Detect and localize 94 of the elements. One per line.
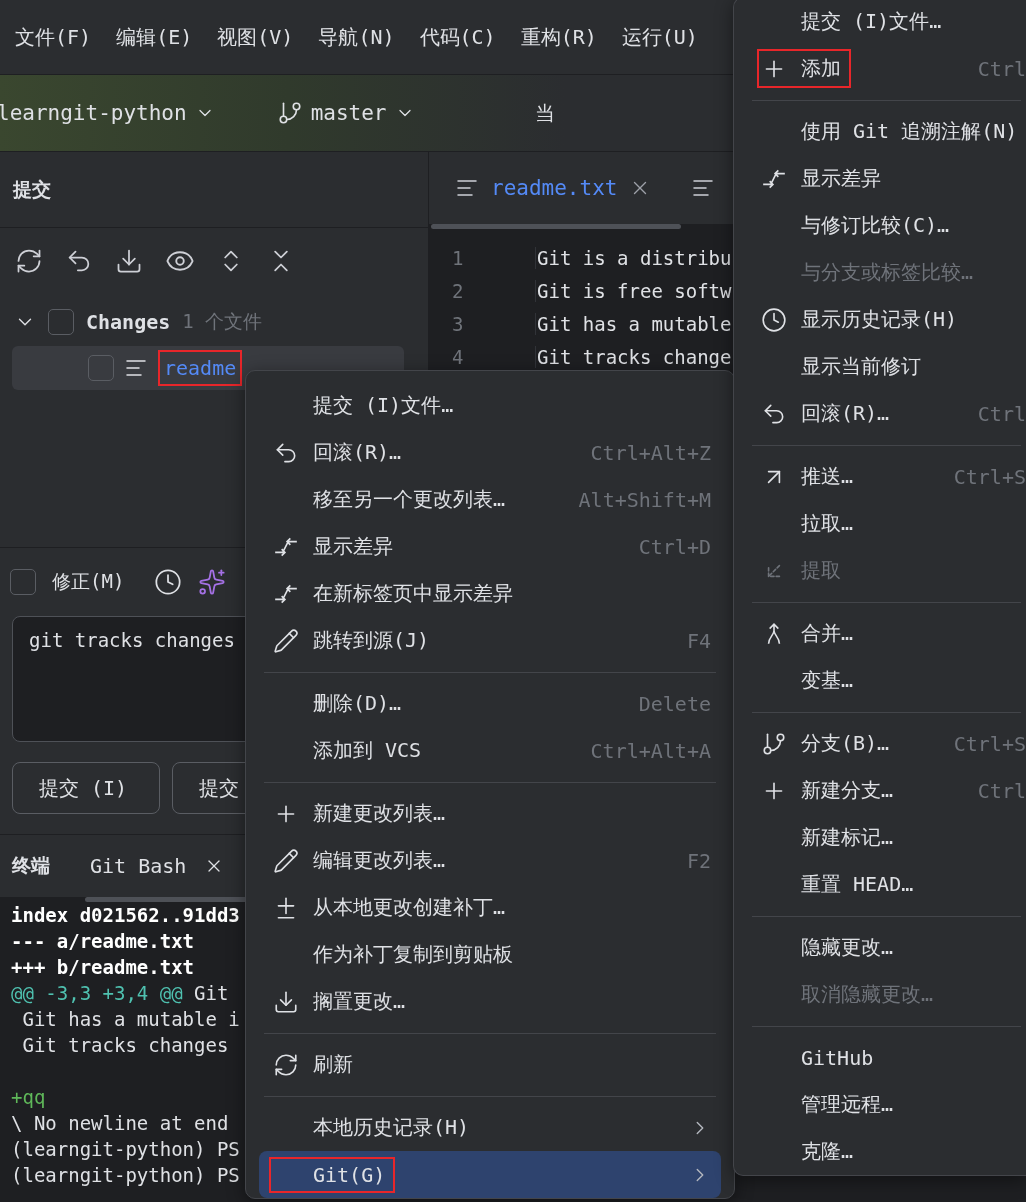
- sparkle-icon[interactable]: [198, 568, 227, 596]
- menu-item[interactable]: 推送… Ctrl+S: [747, 453, 1026, 500]
- menu-item[interactable]: 新建标记…: [747, 814, 1026, 861]
- clock-icon: [761, 306, 787, 333]
- menu-item[interactable]: 显示历史记录(H): [747, 296, 1026, 343]
- shortcut-text: Ctrl: [977, 778, 1026, 803]
- terminal-line: Git tracks changes: [21, 1033, 229, 1058]
- menu-item[interactable]: 分支(B)… Ctrl+S: [747, 720, 1026, 767]
- menu-item[interactable]: Git(G): [259, 1151, 721, 1198]
- checkbox[interactable]: [88, 355, 114, 381]
- menu-item[interactable]: 管理远程…: [747, 1081, 1026, 1128]
- shortcut-text: Ctrl+D: [638, 534, 711, 559]
- panel-title: 提交: [13, 176, 51, 202]
- commit-button[interactable]: 提交 (I): [12, 762, 160, 814]
- menu-bar-item[interactable]: 视图(V): [217, 23, 294, 51]
- menu-item[interactable]: 使用 Git 追溯注解(N): [747, 108, 1026, 155]
- toolbar-label[interactable]: 当: [534, 99, 555, 127]
- menu-item[interactable]: 新建分支… Ctrl: [747, 767, 1026, 814]
- menu-item[interactable]: 显示差异 Ctrl+D: [259, 523, 721, 570]
- menu-bar-item[interactable]: 重构(R): [520, 23, 597, 51]
- terminal-line: @@ -3,3 +3,4 @@ Git: [11, 981, 229, 1006]
- terminal-tab[interactable]: Git Bash: [90, 854, 225, 878]
- code-line: Git is a distribu: [535, 246, 732, 269]
- branch-icon: [276, 100, 303, 126]
- code-line: Git tracks change: [535, 345, 732, 368]
- menu-item[interactable]: 克隆…: [747, 1128, 1026, 1175]
- terminal-line: +++ b/readme.txt: [11, 955, 195, 980]
- tray-download-icon[interactable]: [115, 247, 143, 275]
- menu-item[interactable]: 重置 HEAD…: [747, 861, 1026, 908]
- branch-icon: [761, 730, 787, 757]
- menu-item[interactable]: 提交 (I)文件…: [747, 0, 1026, 45]
- shortcut-text: Ctrl+Alt+A: [590, 738, 711, 763]
- menu-item[interactable]: 拉取…: [747, 500, 1026, 547]
- terminal-line: (learngit-python) PS: [11, 1137, 240, 1162]
- refresh-icon[interactable]: [15, 247, 43, 275]
- menu-item[interactable]: 显示当前修订: [747, 343, 1026, 390]
- shortcut-text: Ctrl+S: [953, 464, 1026, 489]
- shortcut-text: F2: [686, 848, 711, 873]
- menu-bar-item[interactable]: 编辑(E): [116, 23, 193, 51]
- terminal-line: index d021562..91dd3: [11, 903, 240, 928]
- menu-item[interactable]: GitHub: [747, 1034, 1026, 1081]
- menu-item[interactable]: 添加 Ctrl: [747, 45, 1026, 92]
- menu-item[interactable]: 本地历史记录(H): [259, 1104, 721, 1151]
- tool-window-title: 终端: [12, 853, 50, 878]
- scrollbar-thumb[interactable]: [431, 224, 681, 229]
- checkbox[interactable]: [10, 569, 36, 595]
- branch-selector[interactable]: master: [276, 100, 415, 126]
- menu-item[interactable]: 在新标签页中显示差异: [259, 570, 721, 617]
- terminal-line: +qq: [11, 1085, 46, 1110]
- shortcut-text: Ctrl: [977, 401, 1026, 426]
- code-line: Git is free softw: [535, 279, 732, 302]
- menu-item[interactable]: 从本地更改创建补丁…: [259, 884, 721, 931]
- terminal-line: \ No newline at end: [11, 1111, 229, 1136]
- shortcut-text: Ctrl+Alt+Z: [590, 440, 711, 465]
- line-number: 4: [451, 345, 465, 368]
- line-number: 1: [451, 246, 465, 269]
- menu-item[interactable]: 刷新: [259, 1041, 721, 1088]
- menu-bar-item[interactable]: 运行(U): [621, 23, 698, 51]
- file-count: 1 个文件: [182, 309, 263, 334]
- checkbox[interactable]: [48, 309, 74, 335]
- menu-item[interactable]: 回滚(R)… Ctrl+Alt+Z: [259, 429, 721, 476]
- menu-item[interactable]: 显示差异: [747, 155, 1026, 202]
- shortcut-text: Ctrl+S: [953, 731, 1026, 756]
- shortcut-text: F4: [686, 628, 711, 653]
- menu-item[interactable]: 编辑更改列表… F2: [259, 837, 721, 884]
- menu-item[interactable]: 移至另一个更改列表… Alt+Shift+M: [259, 476, 721, 523]
- terminal-line: (learngit-python) PS: [11, 1163, 240, 1188]
- changelist-name: Changes: [86, 310, 171, 334]
- menu-bar-item[interactable]: 文件(F): [15, 23, 92, 51]
- shortcut-text: Ctrl: [977, 56, 1026, 81]
- terminal-line: --- a/readme.txt: [11, 929, 195, 954]
- menu-bar-item[interactable]: 代码(C): [419, 23, 496, 51]
- menu-item[interactable]: 变基…: [747, 657, 1026, 704]
- menu-item[interactable]: 与修订比较(C)…: [747, 202, 1026, 249]
- line-number: 3: [451, 312, 465, 335]
- shortcut-text: Alt+Shift+M: [578, 487, 711, 512]
- terminal-line: Git has a mutable i: [21, 1007, 240, 1032]
- menu-item[interactable]: 隐藏更改…: [747, 924, 1026, 971]
- clock-icon[interactable]: [154, 568, 183, 596]
- shortcut-text: Delete: [638, 691, 711, 716]
- file-name: readme: [158, 350, 243, 386]
- refresh-icon: [273, 1051, 299, 1078]
- menu-item[interactable]: 新建更改列表…: [259, 790, 721, 837]
- pencil-icon: [273, 627, 299, 654]
- line-number: 2: [451, 279, 465, 302]
- code-line: Git has a mutable: [535, 312, 732, 335]
- checkbox-label: 修正(M): [52, 569, 125, 594]
- pencil-icon: [273, 847, 299, 874]
- menu-item[interactable]: 回滚(R)… Ctrl: [747, 390, 1026, 437]
- menu-bar-item[interactable]: 导航(N): [318, 23, 395, 51]
- menu-item[interactable]: 搁置更改…: [259, 978, 721, 1025]
- menu-item[interactable]: 合并…: [747, 610, 1026, 657]
- menu-item[interactable]: 作为补丁复制到剪贴板: [259, 931, 721, 978]
- editor-tab[interactable]: readme.txt: [455, 176, 652, 200]
